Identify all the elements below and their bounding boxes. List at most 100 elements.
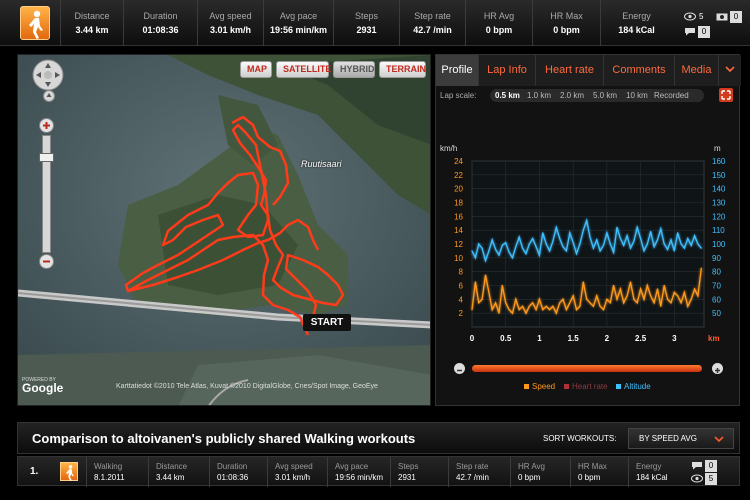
legend-label: Speed: [532, 382, 556, 391]
tab-profile[interactable]: Profile: [436, 55, 478, 86]
map-type-terrain-button[interactable]: TERRAIN: [379, 61, 426, 78]
data-point-altitude: [697, 243, 699, 245]
data-point-altitude: [478, 243, 480, 245]
data-point-altitude: [670, 239, 672, 241]
zoom-in-button[interactable]: [39, 118, 54, 133]
map-pan-control-lower[interactable]: [40, 89, 58, 102]
stat-label: HR Avg: [483, 11, 515, 21]
range-slider-minus[interactable]: [454, 363, 465, 374]
data-point-altitude: [660, 228, 662, 230]
lap-option-recorded[interactable]: Recorded: [654, 89, 689, 102]
left-tick-label: 12: [454, 240, 463, 249]
data-point-altitude: [474, 257, 476, 259]
data-point-speed: [582, 281, 584, 283]
data-point-speed: [640, 288, 642, 290]
data-point-speed: [579, 305, 581, 307]
data-point-speed: [680, 302, 682, 304]
data-point-speed: [656, 288, 659, 290]
workout-row[interactable]: 1. Walking 8.1.2011 Distance 3.44 km Dur…: [17, 456, 740, 487]
map-type-hybrid-button[interactable]: HYBRID: [333, 61, 375, 78]
right-tick-label: 100: [712, 240, 726, 249]
data-point-speed: [545, 305, 547, 307]
data-point-altitude: [599, 250, 601, 252]
comments-counter[interactable]: 0: [684, 25, 710, 39]
data-point-altitude: [579, 243, 581, 245]
cell-value: 8.1.2011: [94, 473, 125, 482]
cell-label: Walking: [94, 462, 123, 471]
map-type-satellite-button[interactable]: SATELLITE: [276, 61, 331, 78]
range-slider-plus[interactable]: [712, 363, 723, 374]
tab-comments[interactable]: Comments: [603, 55, 674, 86]
data-point-altitude: [511, 257, 514, 259]
plus-icon: [715, 368, 720, 373]
workout-summary-bar: Distance 3.44 km Duration 01:08:36 Avg s…: [0, 0, 750, 46]
cell-value: 3.01 km/h: [275, 473, 311, 482]
lap-option-10km[interactable]: 10 km: [626, 89, 648, 102]
stat-label: Step rate: [414, 11, 451, 21]
place-label: Ruutisaari: [301, 159, 342, 169]
lap-option-2-0km[interactable]: 2.0 km: [560, 89, 584, 102]
stat-value: 3.44 km: [75, 25, 109, 35]
data-point-speed: [616, 298, 618, 300]
route-map[interactable]: MAP SATELLITE HYBRID TERRAIN Ruutisaari …: [17, 54, 431, 406]
right-tick-label: 130: [712, 199, 726, 208]
lap-option-1-0km[interactable]: 1.0 km: [527, 89, 551, 102]
lap-scale-label: Lap scale:: [440, 91, 477, 100]
data-point-altitude: [653, 246, 655, 248]
expand-chart-button[interactable]: [719, 88, 733, 102]
workout-cell-energy: Energy 184 kCal: [628, 457, 690, 487]
data-point-speed: [488, 291, 490, 293]
range-slider-track[interactable]: [472, 365, 702, 372]
x-tick-label: 0: [470, 334, 475, 343]
data-point-speed: [643, 298, 645, 300]
sort-label: SORT WORKOUTS:: [543, 434, 617, 443]
legend-label: Heart rate: [572, 382, 608, 391]
sort-workouts-select[interactable]: BY SPEED AVG: [628, 428, 734, 449]
google-logo[interactable]: Google: [22, 381, 63, 395]
cell-value: 42.7 /min: [456, 473, 489, 482]
right-tick-label: 50: [712, 309, 721, 318]
data-point-altitude: [619, 237, 621, 240]
data-point-altitude: [522, 247, 524, 249]
data-point-altitude: [596, 239, 598, 241]
legend-altitude[interactable]: Altitude: [616, 382, 651, 391]
views-counter[interactable]: 5: [684, 10, 703, 24]
lap-option-0-5km[interactable]: 0.5 km: [495, 89, 520, 102]
legend-speed[interactable]: Speed: [524, 382, 555, 391]
tabs-more-button[interactable]: [718, 55, 741, 86]
profile-chart[interactable]: km/h mkm242220181614121086421601501401301…: [436, 141, 741, 381]
x-tick-label: 0.5: [500, 334, 512, 343]
data-point-speed: [667, 298, 669, 300]
photos-counter[interactable]: 0: [716, 10, 742, 24]
data-point-altitude: [575, 253, 578, 255]
start-marker[interactable]: START: [303, 314, 351, 331]
tab-media[interactable]: Media: [674, 55, 718, 86]
row-views-counter[interactable]: 5: [691, 472, 717, 486]
map-pan-control[interactable]: [32, 59, 64, 91]
stat-label: Distance: [74, 11, 110, 21]
workout-cell-avg-pace: Avg pace 19:56 min/km: [327, 457, 390, 487]
data-point-altitude: [515, 246, 517, 248]
x-tick-label: 2: [605, 334, 610, 343]
left-tick-label: 22: [454, 171, 463, 180]
data-point-speed: [538, 298, 540, 300]
data-point-altitude: [481, 247, 483, 249]
zoom-slider-handle[interactable]: [39, 153, 54, 162]
map-type-map-button[interactable]: MAP: [240, 61, 272, 78]
workout-social-counters: 0 5: [691, 459, 731, 485]
data-point-speed: [515, 298, 517, 300]
lap-option-5-0km[interactable]: 5.0 km: [593, 89, 617, 102]
data-point-speed: [636, 302, 638, 304]
data-point-speed: [683, 291, 685, 293]
zoom-out-button[interactable]: [39, 254, 54, 269]
tab-heart-rate[interactable]: Heart rate: [535, 55, 603, 86]
zoom-slider-track[interactable]: [39, 135, 54, 253]
tab-lap-info[interactable]: Lap Info: [478, 55, 535, 86]
data-point-speed: [613, 284, 615, 287]
row-comments-counter[interactable]: 0: [691, 459, 717, 473]
stat-label: Duration: [143, 11, 178, 21]
x-axis-unit: km: [708, 334, 720, 343]
x-tick-label: 1: [537, 334, 542, 343]
legend-heart-rate[interactable]: Heart rate: [564, 382, 608, 391]
right-tick-label: 80: [712, 268, 721, 277]
